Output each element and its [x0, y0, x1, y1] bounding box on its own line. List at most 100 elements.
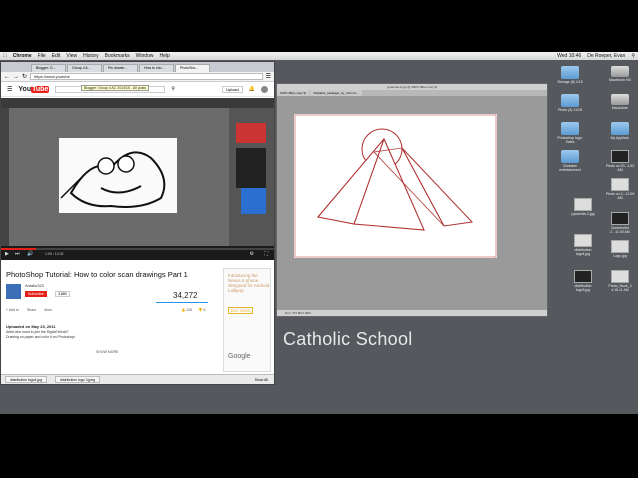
desktop-icon[interactable]: distribution logo3.jpg	[567, 270, 599, 292]
next-icon[interactable]: ⏭	[15, 251, 20, 257]
play-icon[interactable]: ▶	[5, 251, 9, 257]
video-frame[interactable]	[1, 98, 274, 246]
desktop-icon-label: Photo on 2...12.59 AM	[605, 192, 635, 200]
desktop-icon[interactable]: Logo.jpg	[604, 240, 636, 258]
desktop-icon-label: Screenshot 2...11.00 AM	[610, 226, 630, 234]
desktop-icon[interactable]: Photoshop logo: Sales	[554, 122, 586, 144]
thumb-icon	[611, 270, 629, 283]
search-icon[interactable]: ⚲	[171, 86, 175, 92]
desktop-icon[interactable]: Photo on 20...1.52 AM	[604, 150, 636, 172]
pyramids-drawing	[294, 114, 497, 258]
video-progress-bar[interactable]	[1, 248, 274, 250]
reload-icon[interactable]: ↻	[22, 73, 27, 80]
settings-icon[interactable]: ⚙	[250, 251, 254, 257]
menu-file[interactable]: File	[35, 52, 49, 60]
menu-app[interactable]: Chrome	[10, 52, 35, 60]
desktop-icon[interactable]: Photo_Nook_3 4.18.11 AM	[604, 270, 636, 292]
menu-view[interactable]: View	[63, 52, 80, 60]
show-all-downloads[interactable]: Show All	[255, 378, 268, 382]
chrome-tab-blogger[interactable]: Blogger: G...	[31, 64, 66, 72]
menu-window[interactable]: Window	[133, 52, 157, 60]
add-to-button[interactable]: + Add to	[6, 308, 19, 312]
ad-text: Introducing the Nexus 6 phone, designed …	[228, 273, 270, 293]
photoshop-window[interactable]: pyramids-2.jpg @ 100% (Blue copy 9) 100%…	[276, 83, 548, 317]
thumb-icon	[574, 234, 592, 247]
yt-menu-icon[interactable]: ☰	[7, 86, 12, 93]
thumb-icon	[611, 240, 629, 253]
notifications-icon[interactable]: 🔔	[249, 86, 255, 92]
upload-button[interactable]: Upload	[222, 85, 243, 93]
fullscreen-icon[interactable]: ⛶	[264, 251, 268, 257]
desktop-icon[interactable]: Clickable entertainment	[554, 150, 586, 172]
menu-bookmarks[interactable]: Bookmarks	[102, 52, 133, 60]
chrome-window[interactable]: Blogger: G... Group 4 A... Pin drawin...…	[0, 61, 275, 385]
volume-icon[interactable]: 🔊	[27, 251, 33, 257]
desktop-screen:  Chrome File Edit View History Bookmark…	[0, 52, 638, 414]
menu-history[interactable]: History	[80, 52, 102, 60]
share-button[interactable]: Share	[27, 308, 36, 312]
video-player[interactable]: ▶ ⏭ 🔊 1:09 / 13:32 ⚙ ⛶	[1, 98, 274, 260]
desktop-icon[interactable]: Macintosh HD	[604, 66, 636, 82]
desktop-icon-label: Photo on 20...1.52 AM	[605, 164, 635, 172]
thumb-icon	[574, 198, 592, 211]
subscribe-button[interactable]: Subscribe	[25, 291, 47, 297]
desktop-icon[interactable]: My Applicat.	[604, 122, 636, 140]
drive-icon	[611, 66, 629, 77]
photoshop-canvas[interactable]	[294, 114, 497, 258]
url-bar[interactable]: https://www.youtube	[30, 73, 263, 80]
menu-help[interactable]: Help	[156, 52, 172, 60]
channel-name[interactable]: Antalio323	[25, 283, 44, 288]
desktop-icon[interactable]: Storage (8) 1/15	[554, 66, 586, 84]
desktop-icon-label: Clickable entertainment	[559, 164, 581, 172]
like-ratio-bar	[156, 302, 208, 303]
folder-icon	[561, 66, 579, 79]
desktop-icon[interactable]: pyramids-2.jpg	[567, 198, 599, 216]
folder-icon	[561, 150, 579, 163]
desktop-icon[interactable]: Screenshot 2...11.00 AM	[604, 212, 636, 234]
chrome-tab-pin[interactable]: Pin drawin...	[103, 64, 138, 72]
chrome-tab-photoshop[interactable]: PhotoSho...	[175, 64, 210, 72]
ps-tab-2[interactable]: Clickable_packager_by_mirrorm...	[310, 90, 362, 96]
ad-panel[interactable]: Introducing the Nexus 6 phone, designed …	[223, 268, 271, 372]
video-progress-fill	[1, 248, 37, 250]
chrome-tab-group4[interactable]: Group 4 A...	[67, 64, 102, 72]
more-button[interactable]: More	[44, 308, 52, 312]
youtube-logo[interactable]: YouTube	[18, 85, 50, 93]
desktop-icon-label: My Applicat.	[610, 136, 630, 140]
description-line-1: Artist who want to join the Digital Worl…	[6, 330, 69, 334]
download-item-1[interactable]: distribution logo4.jpg	[5, 376, 48, 383]
show-more-button[interactable]: SHOW MORE	[96, 350, 118, 354]
video-controls: ▶ ⏭ 🔊 1:09 / 13:32 ⚙ ⛶	[1, 246, 274, 260]
chrome-tab-howto[interactable]: How to cho...	[139, 64, 174, 72]
desktop-icon-label: Storage (8) 1/15	[557, 80, 583, 84]
avatar[interactable]	[261, 85, 268, 93]
desktop-icon[interactable]: Photo (4) 11/15	[554, 94, 586, 112]
thumb-icon	[574, 270, 592, 283]
spotlight-icon[interactable]: ⚲	[628, 52, 638, 60]
forward-icon[interactable]: →	[13, 74, 19, 80]
back-icon[interactable]: ←	[4, 74, 10, 80]
menu-bar:  Chrome File Edit View History Bookmark…	[0, 52, 638, 60]
chrome-toolbar: ← → ↻ https://www.youtube ☰	[1, 72, 274, 82]
desktop-icon-label: Photo (4) 11/15	[558, 108, 582, 112]
folder-icon	[561, 122, 579, 135]
menu-clock[interactable]: Wed 10:46	[554, 52, 584, 60]
channel-avatar[interactable]	[6, 284, 21, 299]
menu-edit[interactable]: Edit	[49, 52, 64, 60]
desktop-icon-label: distribution logo3.jpg	[574, 284, 592, 292]
video-time: 1:09 / 13:32	[45, 252, 64, 256]
apple-menu-icon[interactable]: 	[0, 52, 10, 60]
dislike-button[interactable]: 👎 6	[198, 308, 205, 312]
folder-icon	[561, 94, 579, 107]
ad-buy-button[interactable]: BUY NOW	[228, 307, 254, 314]
ps-tab-1[interactable]: 100% (Blue copy 9)	[277, 90, 310, 96]
desktop-icon[interactable]: MacAdmin	[604, 94, 636, 110]
desktop-icon-label: pyramids-2.jpg	[571, 212, 595, 216]
menu-user[interactable]: De Roeper, Evan	[584, 52, 628, 60]
desktop-icon[interactable]: distribution logo4.jpg	[567, 234, 599, 256]
download-item-2[interactable]: distribution logo 3.jpeg	[55, 376, 101, 383]
desktop-icon[interactable]: Photo on 2...12.59 AM	[604, 178, 636, 200]
like-button[interactable]: 👍 226	[181, 308, 192, 312]
photoshop-status: Doc: 797.8K/1.00M	[277, 310, 547, 316]
menu-icon[interactable]: ☰	[266, 73, 271, 80]
